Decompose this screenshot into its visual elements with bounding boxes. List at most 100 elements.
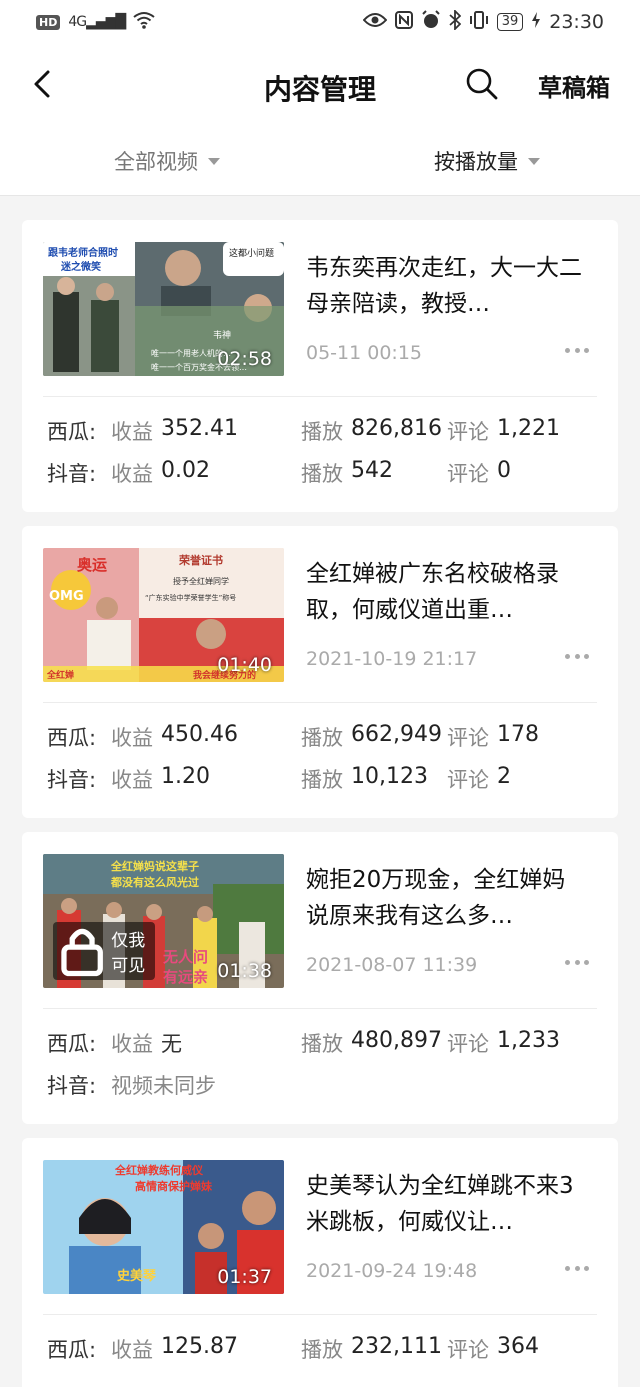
thumb-caption: 跟韦老师合照时 <box>48 246 118 259</box>
comments-label: 评论 <box>447 768 489 792</box>
category-filter-dropdown[interactable]: 全部视频 <box>114 146 220 176</box>
thumb-caption: 迷之微笑 <box>60 260 101 273</box>
plays-label: 播放 <box>301 420 343 444</box>
bluetooth-icon <box>449 8 461 35</box>
thumb-caption: OMG <box>49 589 84 604</box>
video-duration: 01:40 <box>217 654 272 676</box>
plays-value: 662,949 <box>351 722 442 747</box>
comments-label: 评论 <box>447 726 489 750</box>
video-date: 05-11 00:15 <box>306 342 423 364</box>
stats-row-xigua: 西瓜: 收益 无 播放 480,897 评论 1,233 <box>22 1028 618 1064</box>
video-card[interactable]: 全红婵妈说这辈子 都没有这么风光过 无人问 有远亲 仅我可见 01:38 婉拒2… <box>22 832 618 1124</box>
filter-bar: 全部视频 按播放量 <box>0 128 640 196</box>
revenue-label: 收益 <box>111 768 153 792</box>
charging-icon <box>531 11 541 34</box>
video-duration: 01:38 <box>217 960 272 982</box>
video-thumbnail[interactable]: 奥运 OMG 荣誉证书 授予全红婵同学 “广东实验中学荣誉学生”称号 全红婵 我… <box>43 548 284 682</box>
more-options-icon[interactable] <box>562 1256 592 1280</box>
stats-row-douyin: 抖音: 收益 0.02 播放 542 评论 0 <box>22 458 618 494</box>
more-options-icon[interactable] <box>562 644 592 668</box>
eye-icon <box>362 12 388 33</box>
divider <box>43 396 597 397</box>
video-title[interactable]: 婉拒20万现金，全红婵妈说原来我有这么多… <box>306 862 586 934</box>
plays-value: 480,897 <box>351 1028 442 1053</box>
drafts-button[interactable]: 草稿箱 <box>538 68 610 103</box>
more-options-icon[interactable] <box>562 338 592 362</box>
comments-value: 1,233 <box>497 1028 560 1053</box>
video-thumbnail[interactable]: 全红婵妈说这辈子 都没有这么风光过 无人问 有远亲 仅我可见 01:38 <box>43 854 284 988</box>
thumb-caption: 这都小问题 <box>229 247 274 259</box>
thumb-caption: 韦神 <box>213 329 231 341</box>
sort-filter-dropdown[interactable]: 按播放量 <box>434 146 540 176</box>
comments-value: 2 <box>497 764 511 789</box>
video-card[interactable]: 跟韦老师合照时 迷之微笑 这都小问题 韦神 唯一一个用老人机的… 唯一一个百万奖… <box>22 220 618 512</box>
platform-label: 抖音: <box>47 1074 97 1098</box>
hd-icon: HD <box>36 14 61 30</box>
more-options-icon[interactable] <box>562 950 592 974</box>
plays-value: 826,816 <box>351 416 442 441</box>
revenue-value: 1.20 <box>161 764 210 789</box>
thumb-caption: 全红婵妈说这辈子 <box>110 859 199 873</box>
revenue-label: 收益 <box>111 462 153 486</box>
video-date: 2021-09-24 19:48 <box>306 1260 478 1282</box>
signal-icon: 4G▂▄▆█ <box>68 14 126 30</box>
plays-label: 播放 <box>301 462 343 486</box>
platform-label: 抖音: <box>47 462 97 486</box>
thumb-caption: “广东实验中学荣誉学生”称号 <box>145 593 236 602</box>
video-card[interactable]: 奥运 OMG 荣誉证书 授予全红婵同学 “广东实验中学荣誉学生”称号 全红婵 我… <box>22 526 618 818</box>
search-icon[interactable] <box>464 66 500 102</box>
thumb-caption: 都没有这么风光过 <box>110 875 199 889</box>
back-arrow-icon[interactable] <box>28 64 58 104</box>
video-card[interactable]: 全红婵教练何威仪 高情商保护婵妹 史美琴 01:37 史美琴认为全红婵跳不来3米… <box>22 1138 618 1387</box>
stats-row-xigua: 西瓜: 收益 450.46 播放 662,949 评论 178 <box>22 722 618 758</box>
sort-filter-label: 按播放量 <box>434 150 518 174</box>
plays-label: 播放 <box>301 1338 343 1362</box>
battery-icon: 39 <box>496 13 524 31</box>
thumb-caption: 高情商保护婵妹 <box>135 1179 213 1193</box>
revenue-label: 收益 <box>111 1338 153 1362</box>
comments-value: 0 <box>497 458 511 483</box>
nfc-icon <box>394 10 413 34</box>
revenue-label: 收益 <box>111 420 153 444</box>
stats-row-douyin: 抖音: 视频未同步 <box>22 1070 618 1106</box>
video-title[interactable]: 韦东奕再次走红，大一大二母亲陪读，教授… <box>306 250 586 322</box>
plays-value: 10,123 <box>351 764 428 789</box>
comments-value: 1,221 <box>497 416 560 441</box>
thumb-caption: 荣誉证书 <box>178 553 223 567</box>
video-title[interactable]: 史美琴认为全红婵跳不来3米跳板，何威仪让… <box>306 1168 586 1240</box>
app-header: 内容管理 草稿箱 <box>0 44 640 128</box>
thumb-caption: 全红婵教练何威仪 <box>114 1163 204 1177</box>
private-visibility-badge: 仅我可见 <box>53 922 155 980</box>
video-duration: 02:58 <box>217 348 272 370</box>
platform-label: 抖音: <box>47 768 97 792</box>
plays-value: 542 <box>351 458 393 483</box>
divider <box>43 1314 597 1315</box>
clock: 23:30 <box>549 11 604 33</box>
video-thumbnail[interactable]: 全红婵教练何威仪 高情商保护婵妹 史美琴 01:37 <box>43 1160 284 1294</box>
comments-value: 178 <box>497 722 539 747</box>
revenue-value: 0.02 <box>161 458 210 483</box>
revenue-value: 125.87 <box>161 1334 238 1359</box>
video-date: 2021-08-07 11:39 <box>306 954 478 976</box>
status-bar: HD 4G▂▄▆█ 39 23:30 <box>0 0 640 44</box>
video-thumbnail[interactable]: 跟韦老师合照时 迷之微笑 这都小问题 韦神 唯一一个用老人机的… 唯一一个百万奖… <box>43 242 284 376</box>
video-date: 2021-10-19 21:17 <box>306 648 478 670</box>
platform-label: 西瓜: <box>47 1032 97 1056</box>
thumb-caption: 授予全红婵同学 <box>173 576 229 586</box>
revenue-label: 收益 <box>111 726 153 750</box>
stats-row-xigua: 西瓜: 收益 125.87 播放 232,111 评论 364 <box>22 1334 618 1370</box>
comments-label: 评论 <box>447 1032 489 1056</box>
plays-label: 播放 <box>301 726 343 750</box>
plays-label: 播放 <box>301 1032 343 1056</box>
thumb-caption: 全红婵 <box>46 669 74 681</box>
stats-row-xigua: 西瓜: 收益 352.41 播放 826,816 评论 1,221 <box>22 416 618 452</box>
caret-down-icon <box>528 157 540 165</box>
thumb-caption: 奥运 <box>77 556 107 574</box>
divider <box>43 702 597 703</box>
revenue-value: 450.46 <box>161 722 238 747</box>
platform-label: 西瓜: <box>47 420 97 444</box>
revenue-value: 无 <box>161 1032 182 1056</box>
video-title[interactable]: 全红婵被广东名校破格录取，何威仪道出重… <box>306 556 586 628</box>
comments-label: 评论 <box>447 462 489 486</box>
private-label: 仅我可见 <box>111 930 146 976</box>
